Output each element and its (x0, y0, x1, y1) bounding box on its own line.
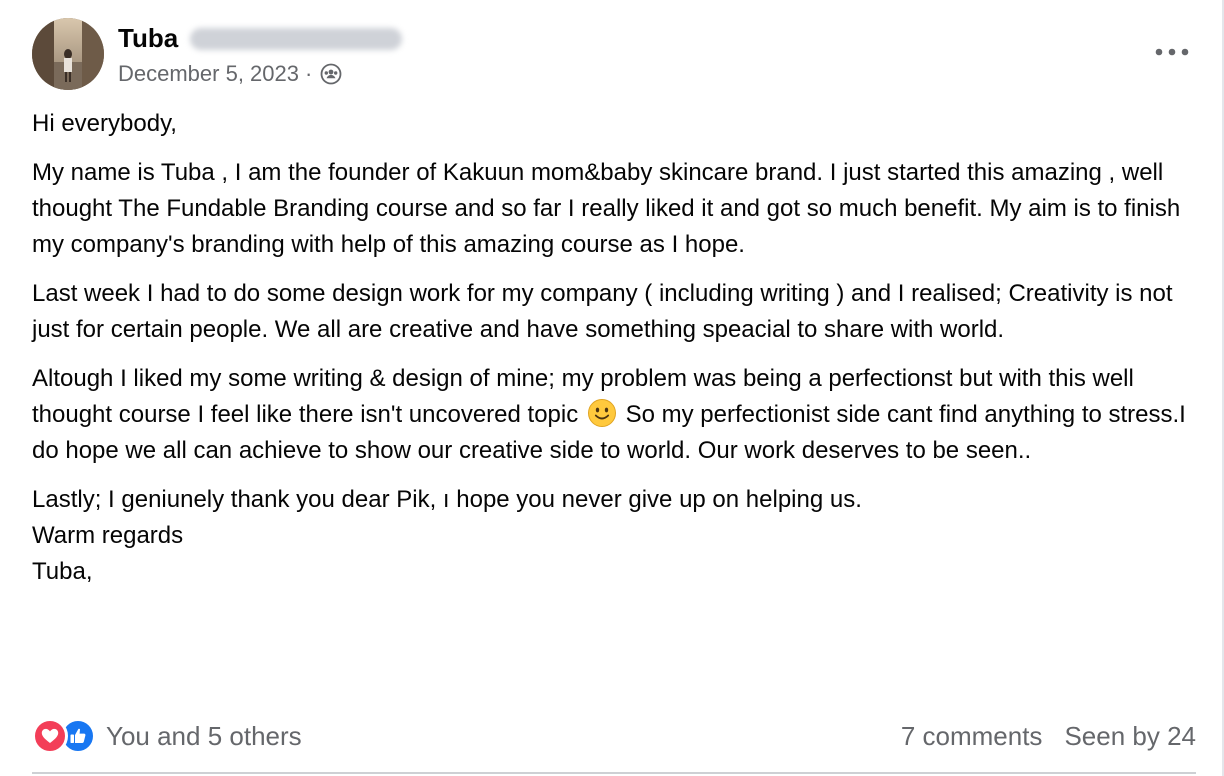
post-paragraph: Altough I liked my some writing & design… (32, 361, 1196, 469)
post-body: Hi everybody, My name is Tuba , I am the… (32, 106, 1196, 590)
more-horizontal-icon (1155, 48, 1189, 56)
love-reaction-icon (32, 718, 68, 754)
post-paragraph: Last week I had to do some design work f… (32, 280, 1173, 343)
author-avatar[interactable] (32, 18, 104, 90)
reactions-summary[interactable]: You and 5 others (32, 718, 302, 754)
reactions-text[interactable]: You and 5 others (106, 721, 302, 752)
author-name[interactable]: Tuba (118, 22, 178, 54)
avatar-photo (32, 18, 104, 90)
post-footer: You and 5 others 7 comments Seen by 24 (32, 716, 1196, 756)
post-stats: 7 comments Seen by 24 (901, 718, 1196, 754)
post-card: Tuba December 5, 2023 · Hi everybody, My… (0, 0, 1224, 776)
post-date[interactable]: December 5, 2023 (118, 60, 299, 88)
post-paragraph: My name is Tuba , I am the founder of Ka… (32, 159, 1181, 258)
post-paragraph: Hi everybody, (32, 110, 177, 137)
group-members-icon[interactable] (320, 63, 342, 85)
post-closing-line: Lastly; I geniunely thank you dear Pik, … (32, 486, 862, 513)
more-options-button[interactable] (1144, 34, 1200, 70)
footer-divider (32, 772, 1196, 774)
comments-count-link[interactable]: 7 comments (901, 721, 1043, 752)
meta-separator: · (305, 61, 313, 86)
post-meta: December 5, 2023 · (118, 60, 342, 88)
post-closing-line: Warm regards (32, 522, 184, 549)
post-closing-line: Tuba, (32, 558, 93, 585)
author-surname-redacted (190, 28, 402, 50)
slightly-smiling-face-icon (587, 399, 616, 427)
seen-by-count[interactable]: Seen by 24 (1064, 721, 1196, 752)
post-header: Tuba December 5, 2023 · (32, 18, 1192, 92)
